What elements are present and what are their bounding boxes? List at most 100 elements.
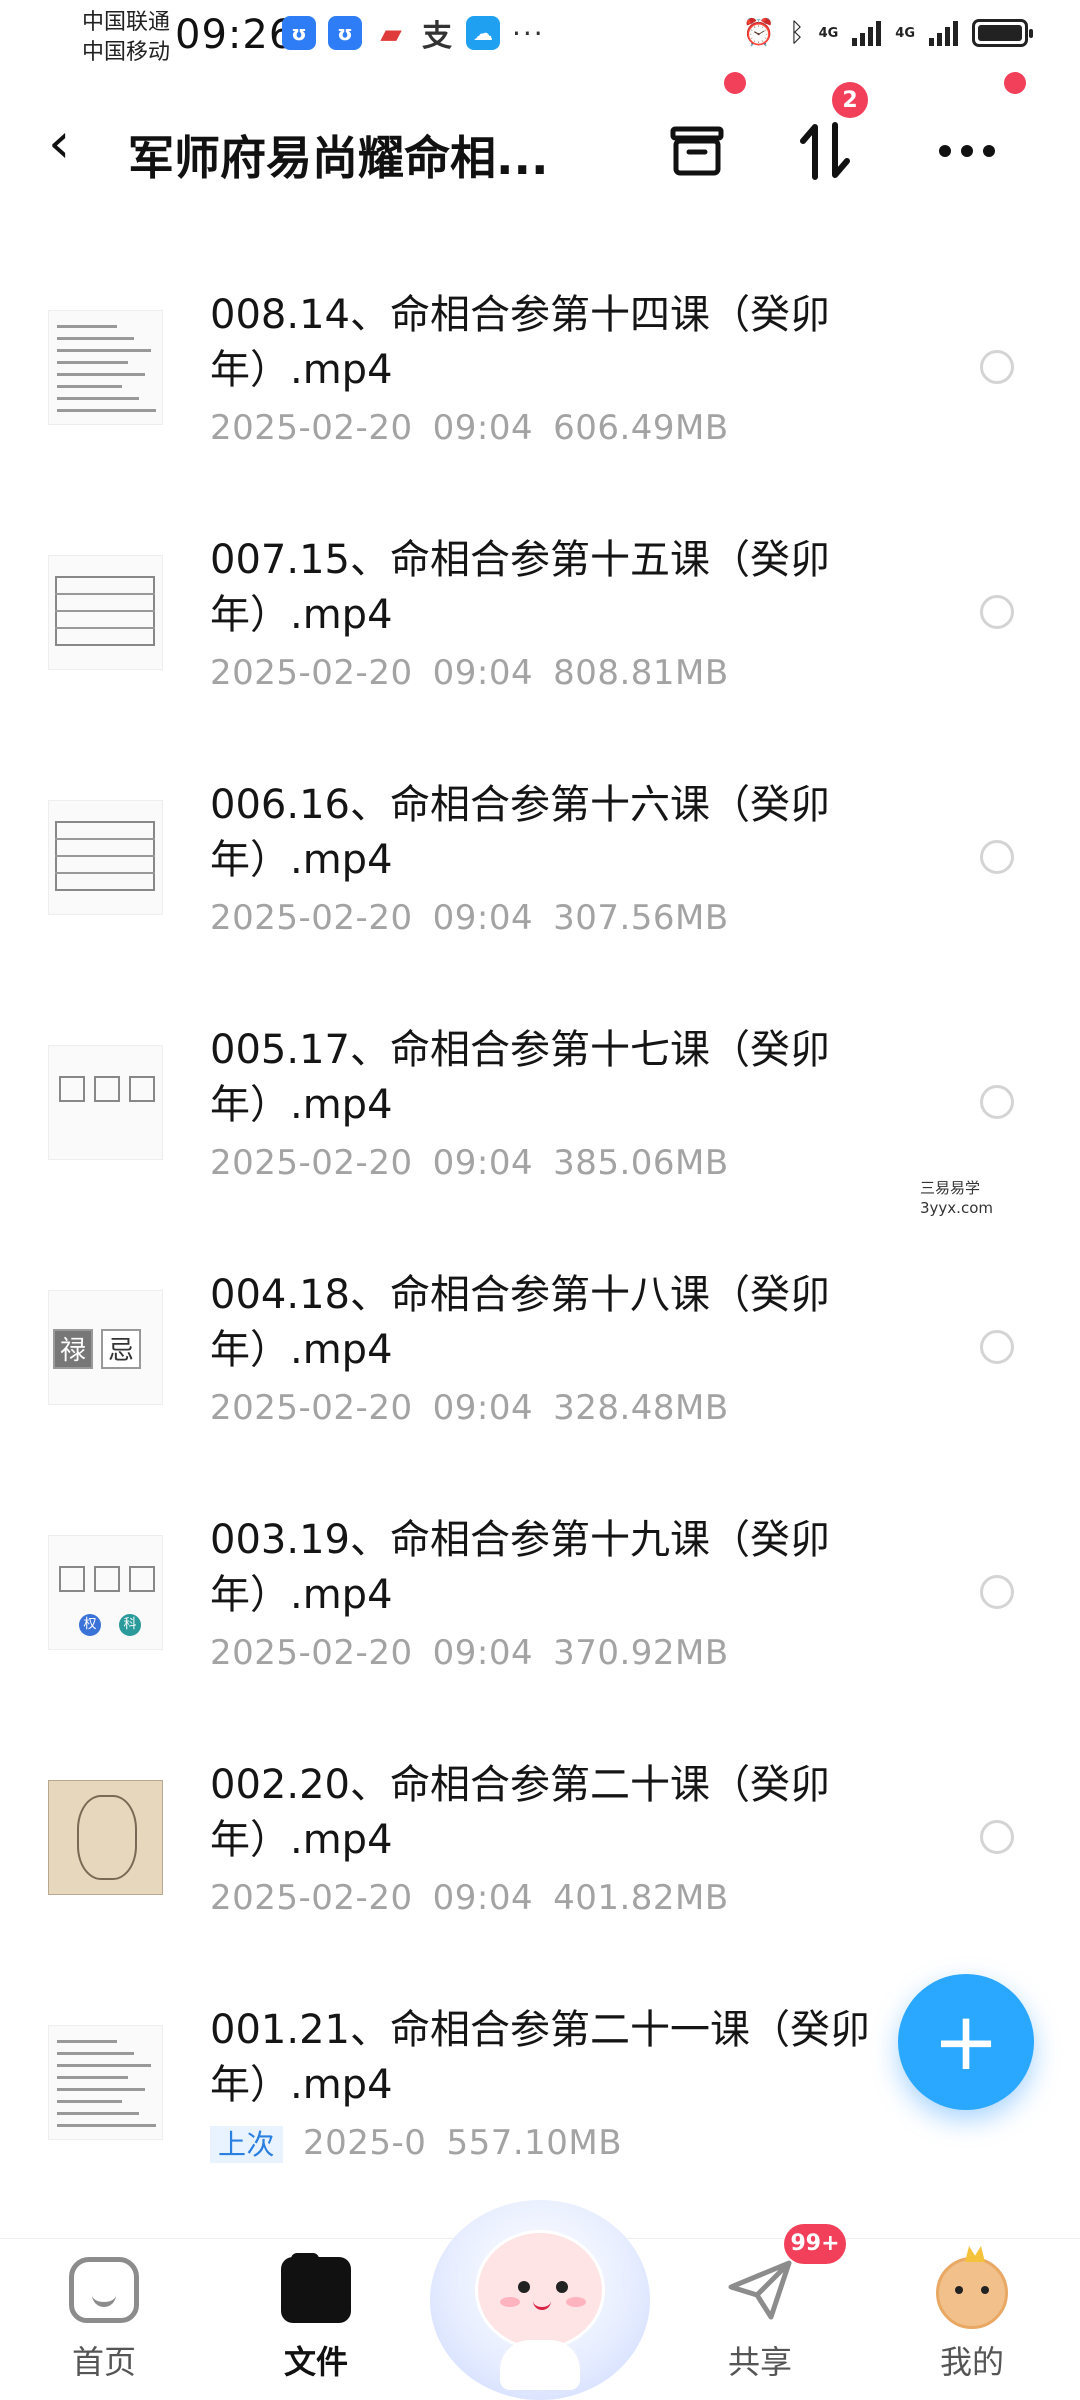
add-button[interactable]: +	[898, 1974, 1034, 2110]
file-size: 370.92MB	[553, 1633, 729, 1673]
select-radio[interactable]	[980, 1330, 1014, 1364]
transfer-badge: 2	[832, 82, 868, 118]
nav-home[interactable]: 首页	[24, 2257, 184, 2397]
file-row[interactable]: 禄忌 004.18、命相合参第十八课（癸卯年）.mp4 2025-02-20 09:0…	[0, 1225, 1080, 1470]
select-radio[interactable]	[980, 595, 1014, 629]
book-icon: ▰	[380, 16, 402, 50]
file-thumbnail	[48, 800, 163, 915]
more-button[interactable]	[932, 116, 1002, 186]
status-time: 09:26	[175, 12, 296, 58]
mascot-face	[475, 2230, 605, 2350]
file-time: 09:04	[432, 1388, 534, 1428]
status-bar: 中国联通 中国移动 09:26 ʊ ʊ ▰ 支 ☁ ··· ⏰ ᛒ 4G 4G	[0, 0, 1080, 80]
file-thumbnail	[48, 1780, 163, 1895]
file-meta: 2025-02-20 09:04 307.56MB	[210, 898, 749, 938]
nav-files-label: 文件	[283, 2343, 348, 2381]
file-list[interactable]: 年）.mp42025-02-2009:04654.97MB008.14、命相合参…	[0, 130, 1080, 2230]
network-type-2: 4G	[895, 25, 915, 41]
file-thumbnail	[48, 1045, 163, 1160]
back-icon[interactable]: ‹	[48, 116, 70, 172]
select-radio[interactable]	[980, 1575, 1014, 1609]
file-time: 09:04	[432, 1143, 534, 1183]
file-date: 2025-02-20	[210, 1633, 413, 1673]
more-red-dot	[1004, 72, 1026, 94]
transfer-icon	[800, 122, 850, 180]
carrier-2: 中国移动	[82, 40, 171, 65]
folder-icon	[281, 2253, 351, 2323]
assistant-mascot-button[interactable]	[430, 2180, 650, 2400]
alipay-icon: 支	[422, 19, 452, 54]
system-status-icons: ⏰ ᛒ 4G 4G	[742, 18, 1033, 48]
archive-red-dot	[724, 72, 746, 94]
file-date: 2025-02-20	[210, 898, 413, 938]
top-bar: ‹ 军师府易尚耀命相... 2	[0, 72, 1080, 210]
select-radio[interactable]	[980, 1820, 1014, 1854]
file-date: 2025-02-20	[210, 1878, 413, 1918]
file-size: 557.10MB	[446, 2123, 623, 2163]
more-notifications-icon: ···	[512, 16, 545, 50]
file-thumbnail	[48, 555, 163, 670]
watermark: 三易易学 3yyx.com	[920, 1179, 993, 1217]
file-thumbnail	[48, 310, 163, 425]
file-meta: 2025-02-20 09:04 328.48MB	[210, 1388, 749, 1428]
file-meta: 2025-02-20 09:04 401.82MB	[210, 1878, 749, 1918]
file-time: 09:04	[432, 898, 534, 938]
file-row[interactable]: 007.15、命相合参第十五课（癸卯年）.mp4 2025-02-20 09:04 8…	[0, 490, 1080, 735]
file-meta: 2025-02-20 09:04 808.81MB	[210, 653, 749, 693]
file-name: 002.20、命相合参第二十课（癸卯年）.mp4	[210, 1762, 830, 1863]
file-time: 09:04	[432, 653, 534, 693]
network-type-1: 4G	[818, 25, 839, 41]
alarm-icon: ⏰	[742, 18, 775, 48]
archive-button[interactable]	[662, 116, 732, 186]
file-date: 2025-02-20	[210, 1388, 413, 1428]
notification-icons: ʊ ʊ ▰ 支 ☁ ···	[282, 16, 545, 54]
select-radio[interactable]	[980, 1085, 1014, 1119]
file-size: 385.06MB	[553, 1143, 729, 1183]
nav-share[interactable]: 共享	[680, 2257, 840, 2397]
file-name: 007.15、命相合参第十五课（癸卯年）.mp4	[210, 537, 830, 638]
select-radio[interactable]	[980, 840, 1014, 874]
file-thumbnail: 权科	[48, 1535, 163, 1650]
file-name: 001.21、命相合参第二十一课（癸卯年）.mp4	[210, 2007, 870, 2108]
nav-home-label: 首页	[71, 2343, 136, 2381]
file-size: 606.49MB	[553, 408, 729, 448]
file-row[interactable]: 005.17、命相合参第十七课（癸卯年）.mp4 2025-02-20 09:04 3…	[0, 980, 1080, 1225]
select-radio[interactable]	[980, 350, 1014, 384]
share-badge: 99+	[784, 2224, 846, 2264]
file-row[interactable]: 006.16、命相合参第十六课（癸卯年）.mp4 2025-02-20 09:04 3…	[0, 735, 1080, 980]
home-icon	[69, 2257, 139, 2323]
nav-files[interactable]: 文件	[236, 2253, 396, 2397]
file-row[interactable]: 008.14、命相合参第十四课（癸卯年）.mp4 2025-02-20 09:04 6…	[0, 245, 1080, 490]
file-name: 003.19、命相合参第十九课（癸卯年）.mp4	[210, 1517, 830, 1618]
file-meta: 上次 2025-0 557.10MB	[210, 2123, 642, 2163]
more-icon	[939, 145, 995, 157]
battery-icon	[972, 19, 1033, 47]
file-thumbnail: 禄忌	[48, 1290, 163, 1405]
file-name: 005.17、命相合参第十七课（癸卯年）.mp4	[210, 1027, 830, 1128]
nav-me-label: 我的	[939, 2343, 1004, 2381]
file-row[interactable]: 权科 003.19、命相合参第十九课（癸卯年）.mp4 2025-02-20 09:0…	[0, 1470, 1080, 1715]
file-name: 008.14、命相合参第十四课（癸卯年）.mp4	[210, 292, 830, 393]
file-date: 2025-02-20	[210, 408, 413, 448]
carrier-1: 中国联通	[82, 10, 171, 35]
avatar	[936, 2257, 1008, 2329]
file-name: 006.16、命相合参第十六课（癸卯年）.mp4	[210, 782, 830, 883]
last-opened-tag: 上次	[210, 2126, 284, 2163]
file-time: 09:04	[432, 1878, 534, 1918]
file-row[interactable]: 002.20、命相合参第二十课（癸卯年）.mp4 2025-02-20 09:04 4…	[0, 1715, 1080, 1960]
file-name: 004.18、命相合参第十八课（癸卯年）.mp4	[210, 1272, 830, 1373]
nav-me[interactable]: 我的	[892, 2257, 1052, 2397]
file-thumbnail	[48, 2025, 163, 2140]
file-size: 328.48MB	[553, 1388, 729, 1428]
signal-icon	[852, 20, 882, 46]
signal-icon	[929, 20, 958, 46]
transfer-button[interactable]	[790, 116, 860, 186]
send-icon	[725, 2257, 795, 2323]
app-notification-icon: ʊ	[328, 16, 362, 50]
file-time: 09:04	[432, 1633, 534, 1673]
file-date: 2025-0	[303, 2123, 427, 2163]
file-size: 808.81MB	[553, 653, 729, 693]
weather-icon: ☁	[466, 16, 500, 50]
nav-share-label: 共享	[727, 2343, 792, 2381]
file-size: 401.82MB	[553, 1878, 729, 1918]
